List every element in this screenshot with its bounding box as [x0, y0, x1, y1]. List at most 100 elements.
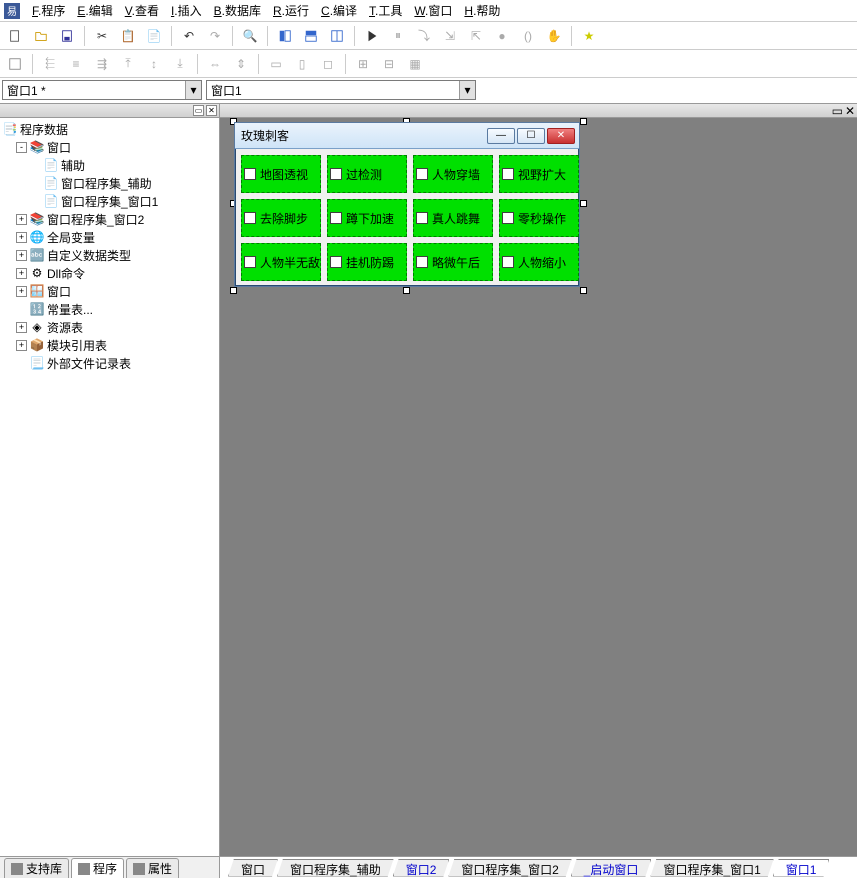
tree-item[interactable]: 📄窗口程序集_辅助 — [2, 174, 217, 192]
expand-icon[interactable]: + — [16, 214, 27, 225]
designed-window[interactable]: 玫瑰刺客 — ☐ ✕ 地图透视过检测人物穿墙视野扩大去除脚步蹲下加速真人跳舞零秒… — [234, 122, 580, 287]
maximize-icon[interactable]: ☐ — [517, 128, 545, 144]
tree-item[interactable]: +🔤自定义数据类型 — [2, 246, 217, 264]
align1-icon[interactable] — [4, 53, 26, 75]
checkbox-control[interactable]: 人物缩小 — [499, 243, 579, 281]
menu-item[interactable]: T.工具 — [363, 2, 408, 20]
cut-icon[interactable]: ✂ — [91, 25, 113, 47]
checkbox-control[interactable]: 地图透视 — [241, 155, 321, 193]
checkbox-icon[interactable] — [330, 168, 342, 180]
tree-item[interactable]: 📃外部文件记录表 — [2, 354, 217, 372]
checkbox-icon[interactable] — [244, 256, 256, 268]
expand-icon[interactable]: + — [16, 250, 27, 261]
resize-handle[interactable] — [580, 118, 587, 125]
designed-window-titlebar[interactable]: 玫瑰刺客 — ☐ ✕ — [235, 123, 579, 149]
layout2-icon[interactable] — [300, 25, 322, 47]
expand-icon[interactable]: + — [16, 322, 27, 333]
panel-close-icon[interactable]: ✕ — [845, 104, 855, 118]
dropdown-arrow-icon[interactable]: ▾ — [185, 81, 201, 99]
step-over-icon[interactable]: ⤵ — [413, 25, 435, 47]
checkbox-icon[interactable] — [416, 168, 428, 180]
tree-item[interactable]: 📄窗口程序集_窗口1 — [2, 192, 217, 210]
build-icon[interactable]: ★ — [578, 25, 600, 47]
left-tab[interactable]: 属性 — [126, 858, 179, 878]
close-icon[interactable]: ✕ — [547, 128, 575, 144]
find-icon[interactable]: 🔍 — [239, 25, 261, 47]
checkbox-icon[interactable] — [416, 212, 428, 224]
checkbox-control[interactable]: 视野扩大 — [499, 155, 579, 193]
checkbox-control[interactable]: 人物穿墙 — [413, 155, 493, 193]
resize-handle[interactable] — [580, 200, 587, 207]
project-tree[interactable]: 📑 程序数据 -📚窗口📄辅助📄窗口程序集_辅助📄窗口程序集_窗口1+📚窗口程序集… — [0, 118, 219, 856]
menu-item[interactable]: F.程序 — [26, 2, 71, 20]
editor-tab[interactable]: 窗口程序集_窗口1 — [650, 859, 773, 877]
tree-root[interactable]: 📑 程序数据 — [2, 120, 217, 138]
resize-handle[interactable] — [403, 287, 410, 294]
checkbox-control[interactable]: 略微午后 — [413, 243, 493, 281]
checkbox-control[interactable]: 人物半无敌 — [241, 243, 321, 281]
checkbox-icon[interactable] — [502, 168, 514, 180]
new-icon[interactable] — [4, 25, 26, 47]
pause-icon[interactable]: ⏸ — [387, 25, 409, 47]
panel-pin-icon[interactable]: ▭ — [193, 105, 204, 116]
layout3-icon[interactable] — [326, 25, 348, 47]
checkbox-icon[interactable] — [244, 212, 256, 224]
expand-icon[interactable]: + — [16, 268, 27, 279]
menu-item[interactable]: I.插入 — [165, 2, 208, 20]
tree-item[interactable]: 📄辅助 — [2, 156, 217, 174]
step-into-icon[interactable]: ⇲ — [439, 25, 461, 47]
checkbox-icon[interactable] — [330, 212, 342, 224]
resize-handle[interactable] — [230, 287, 237, 294]
collapse-icon[interactable]: - — [16, 142, 27, 153]
save-icon[interactable] — [56, 25, 78, 47]
paste-icon[interactable]: 📄 — [143, 25, 165, 47]
checkbox-control[interactable]: 去除脚步 — [241, 199, 321, 237]
step-out-icon[interactable]: ⇱ — [465, 25, 487, 47]
menu-item[interactable]: V.查看 — [119, 2, 165, 20]
tree-item[interactable]: +⚙Dll命令 — [2, 264, 217, 282]
tree-item[interactable]: +📦模块引用表 — [2, 336, 217, 354]
tree-item[interactable]: +🌐全局变量 — [2, 228, 217, 246]
checkbox-control[interactable]: 挂机防踢 — [327, 243, 407, 281]
tree-item[interactable]: +📚窗口程序集_窗口2 — [2, 210, 217, 228]
panel-pin-icon[interactable]: ▭ — [832, 104, 843, 118]
menu-item[interactable]: W.窗口 — [408, 2, 458, 20]
checkbox-icon[interactable] — [502, 212, 514, 224]
design-surface[interactable]: 玫瑰刺客 — ☐ ✕ 地图透视过检测人物穿墙视野扩大去除脚步蹲下加速真人跳舞零秒… — [220, 118, 857, 856]
expand-icon[interactable]: + — [16, 286, 27, 297]
run-icon[interactable] — [361, 25, 383, 47]
checkbox-icon[interactable] — [330, 256, 342, 268]
menu-item[interactable]: C.编译 — [315, 2, 363, 20]
checkbox-control[interactable]: 真人跳舞 — [413, 199, 493, 237]
tree-item[interactable]: 🔢常量表... — [2, 300, 217, 318]
menu-item[interactable]: E.编辑 — [71, 2, 118, 20]
editor-tab[interactable]: 窗口程序集_窗口2 — [448, 859, 571, 877]
undo-icon[interactable]: ↶ — [178, 25, 200, 47]
editor-tab[interactable]: _启动窗口 — [571, 859, 652, 877]
left-tab[interactable]: 支持库 — [4, 858, 69, 878]
checkbox-control[interactable]: 过检测 — [327, 155, 407, 193]
panel-close-icon[interactable]: ✕ — [206, 105, 217, 116]
copy-icon[interactable]: 📋 — [117, 25, 139, 47]
editor-tab[interactable]: 窗口 — [228, 859, 278, 877]
dropdown-arrow-icon[interactable]: ▾ — [459, 81, 475, 99]
checkbox-icon[interactable] — [502, 256, 514, 268]
menu-item[interactable]: R.运行 — [267, 2, 315, 20]
resize-handle[interactable] — [580, 287, 587, 294]
tree-item[interactable]: +🪟窗口 — [2, 282, 217, 300]
bp2-icon[interactable]: () — [517, 25, 539, 47]
menu-item[interactable]: H.帮助 — [458, 2, 506, 20]
checkbox-icon[interactable] — [244, 168, 256, 180]
expand-icon[interactable]: + — [16, 340, 27, 351]
open-icon[interactable] — [30, 25, 52, 47]
left-tab[interactable]: 程序 — [71, 858, 124, 878]
object-selector-1[interactable]: 窗口1 * ▾ — [2, 80, 202, 100]
layout1-icon[interactable] — [274, 25, 296, 47]
redo-icon[interactable]: ↷ — [204, 25, 226, 47]
minimize-icon[interactable]: — — [487, 128, 515, 144]
hand-icon[interactable]: ✋ — [543, 25, 565, 47]
tree-item[interactable]: +◈资源表 — [2, 318, 217, 336]
bp-icon[interactable]: ● — [491, 25, 513, 47]
checkbox-control[interactable]: 零秒操作 — [499, 199, 579, 237]
editor-tab[interactable]: 窗口1 — [773, 859, 830, 877]
